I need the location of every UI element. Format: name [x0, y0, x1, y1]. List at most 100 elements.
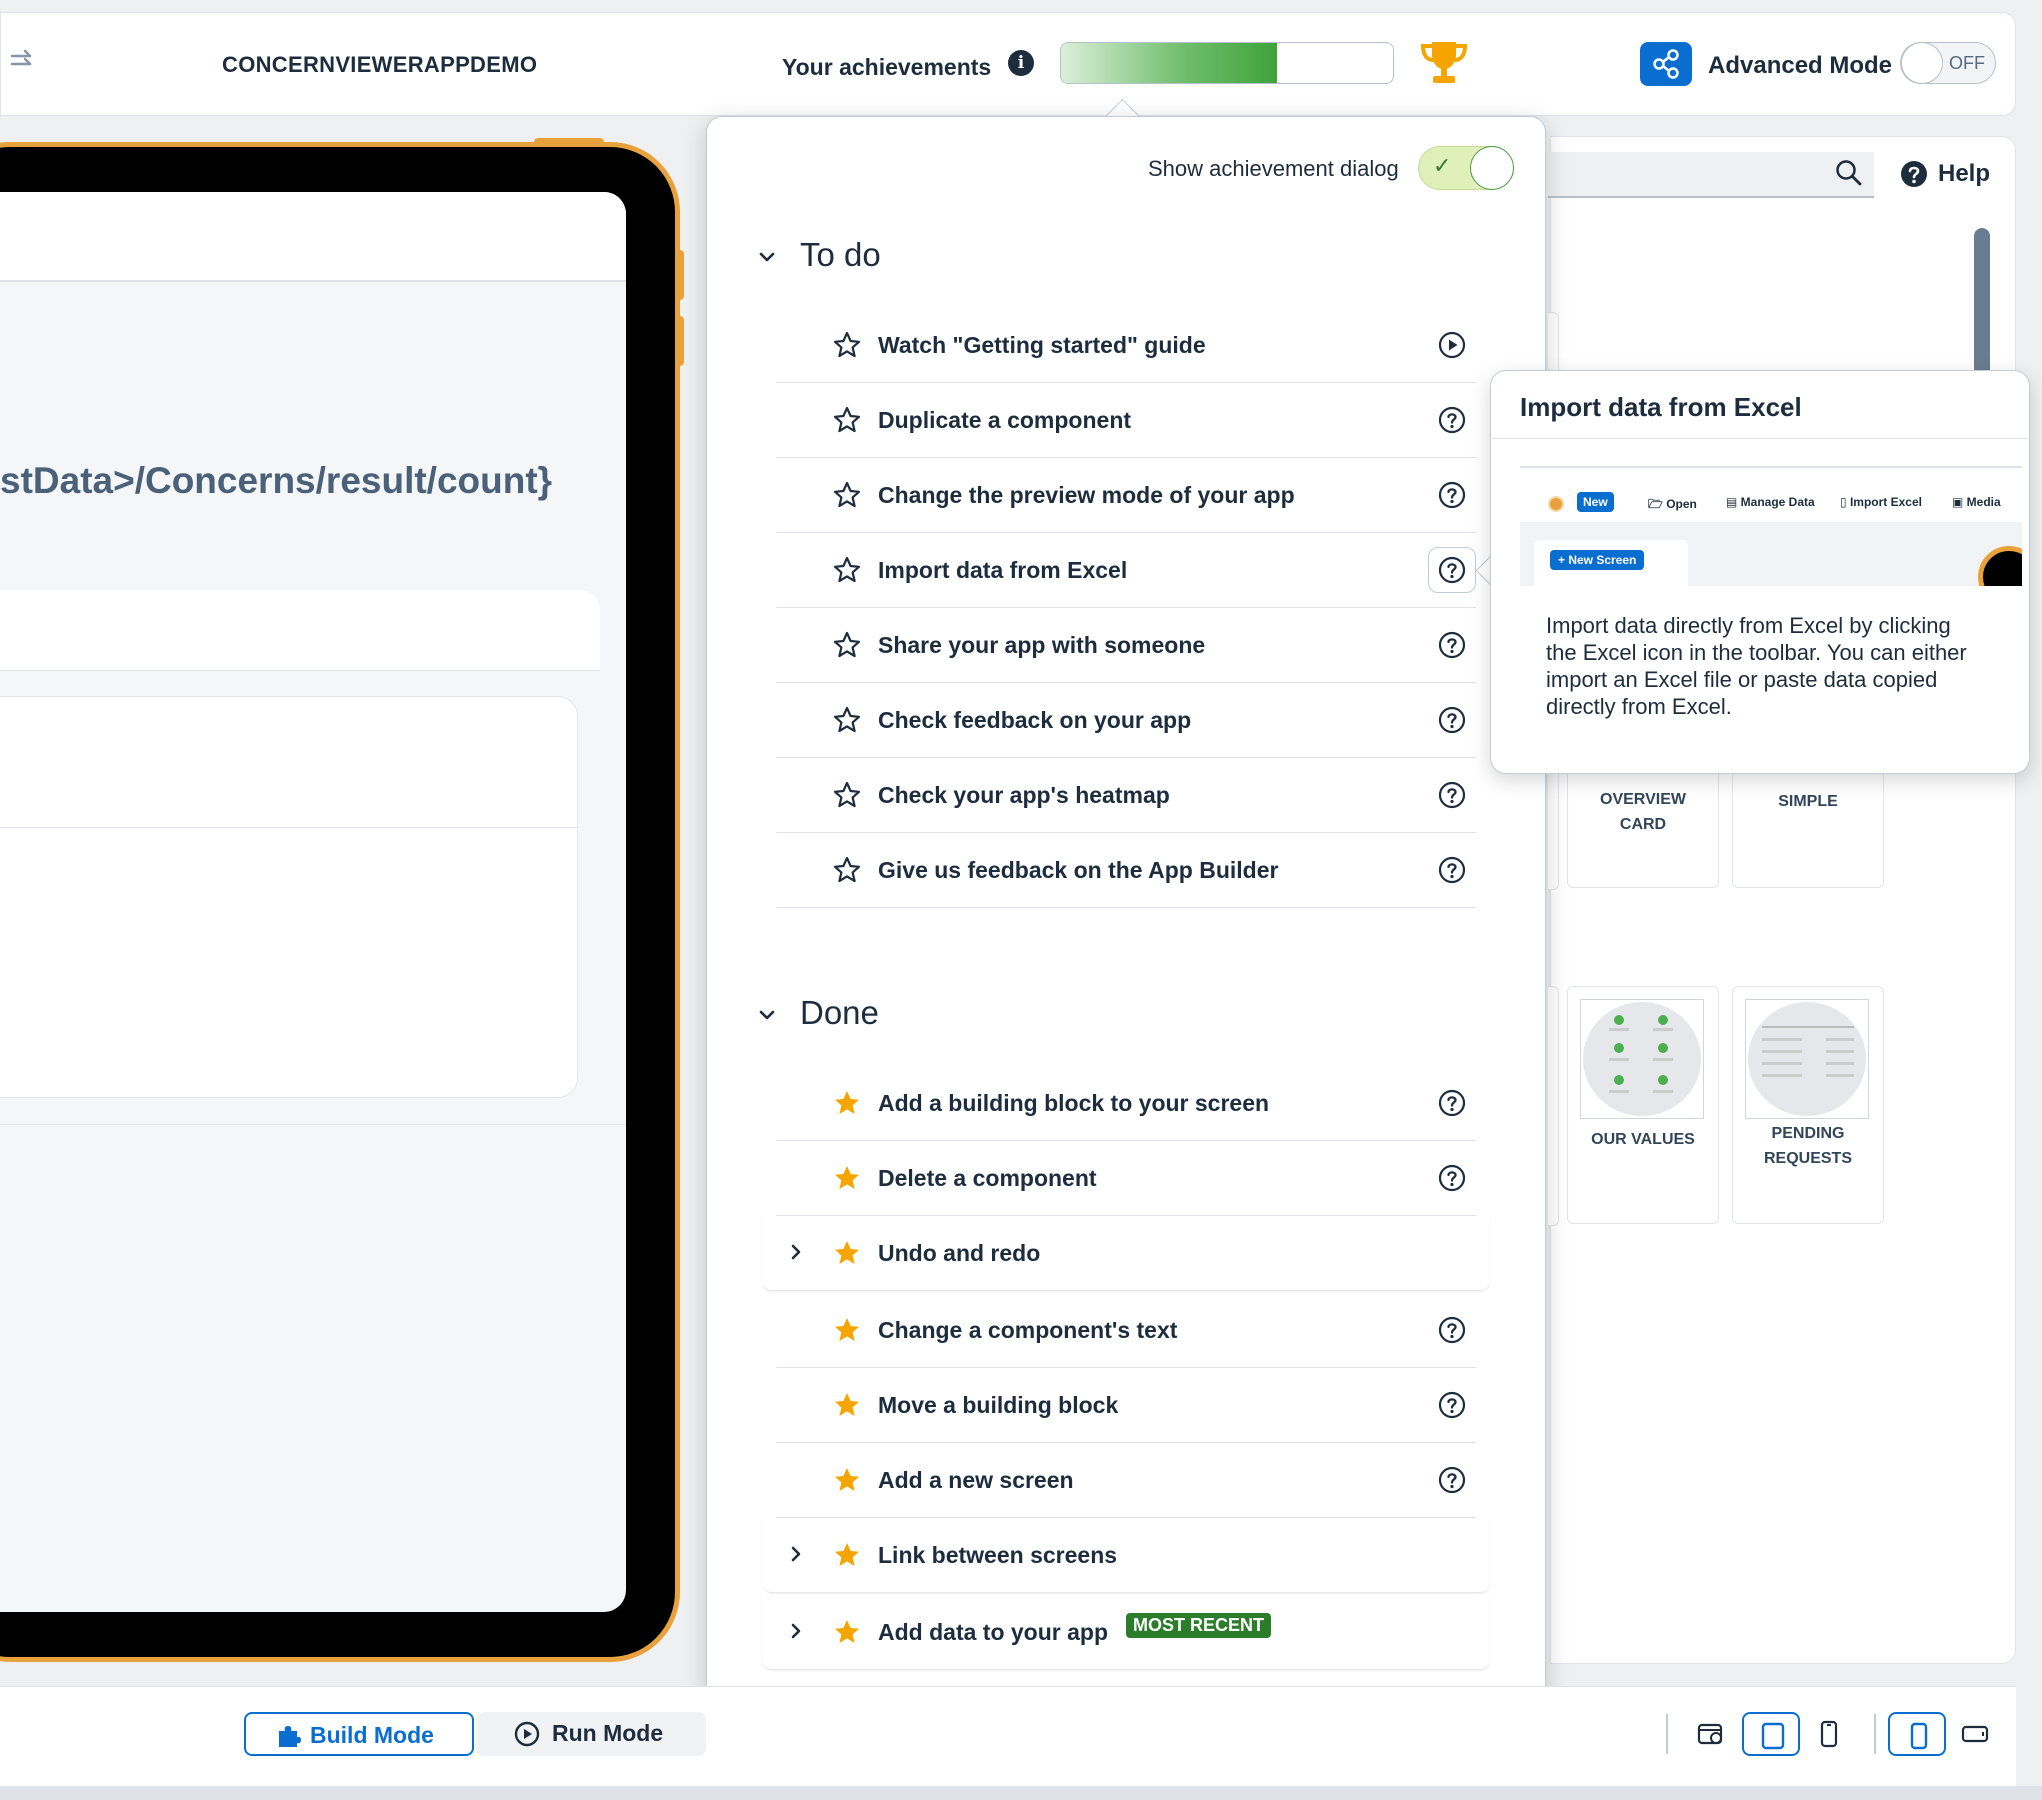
star-filled-icon: [835, 1091, 859, 1114]
todo-item[interactable]: Give us feedback on the App Builder: [776, 833, 1476, 908]
run-mode-label: Run Mode: [552, 1720, 664, 1746]
question-icon[interactable]: [1438, 1391, 1466, 1419]
portrait-icon[interactable]: [1888, 1712, 1946, 1756]
puzzle-icon: [279, 1726, 301, 1747]
tile-pending-requests[interactable]: PENDING REQUESTS: [1732, 986, 1884, 1224]
chevron-right-icon[interactable]: [786, 1242, 806, 1262]
progress-fill: [1061, 43, 1277, 83]
play-icon[interactable]: [1438, 331, 1466, 359]
achievement-progress-bar[interactable]: 65%: [1060, 42, 1394, 84]
done-item[interactable]: Undo and redo: [762, 1216, 1490, 1291]
help-label[interactable]: Help: [1938, 160, 1990, 188]
search-icon[interactable]: [1834, 158, 1864, 188]
todo-item[interactable]: Import data from Excel: [776, 533, 1476, 608]
done-item[interactable]: Move a building block: [776, 1368, 1476, 1443]
done-section-title[interactable]: Done: [800, 994, 879, 1032]
done-item[interactable]: Add a building block to your screen: [776, 1066, 1476, 1141]
info-icon[interactable]: i: [1008, 50, 1034, 76]
tile-thumbnail: [1580, 999, 1704, 1119]
done-item[interactable]: Add a new screen: [776, 1443, 1476, 1518]
achievement-label: Watch "Getting started" guide: [878, 332, 1206, 358]
todo-item[interactable]: Share your app with someone: [776, 608, 1476, 683]
help-icon[interactable]: [1900, 160, 1928, 188]
question-icon[interactable]: [1438, 1466, 1466, 1494]
chevron-down-icon[interactable]: [758, 248, 776, 266]
question-icon[interactable]: [1438, 856, 1466, 884]
question-icon[interactable]: [1438, 631, 1466, 659]
toolbar-open: 🗁 Open: [1648, 497, 1697, 511]
screen-divider: [0, 1124, 626, 1125]
tile-thumbnail: [1745, 999, 1869, 1119]
star-filled-icon: [835, 1166, 859, 1189]
star-outline-icon: [833, 856, 861, 883]
done-item[interactable]: Link between screens: [762, 1518, 1490, 1593]
star-outline-icon: [833, 481, 861, 508]
screen-card[interactable]: [0, 696, 578, 1098]
landscape-icon[interactable]: [1946, 1712, 2004, 1756]
search-input[interactable]: [1548, 152, 1874, 198]
star-outline-icon: [833, 631, 861, 658]
star-filled-icon: [835, 1468, 859, 1491]
todo-item[interactable]: Watch "Getting started" guide: [776, 308, 1476, 383]
star-filled-icon: [835, 1393, 859, 1416]
tooltip-divider: [1492, 438, 2028, 439]
achievements-label: Your achievements: [782, 54, 992, 80]
bottom-strip: [0, 1786, 2042, 1800]
show-dialog-label: Show achievement dialog: [1148, 156, 1399, 181]
question-icon[interactable]: [1438, 481, 1466, 509]
tablet-icon[interactable]: [1742, 1712, 1800, 1756]
share-icon[interactable]: [1640, 42, 1692, 86]
todo-item[interactable]: Change the preview mode of your app: [776, 458, 1476, 533]
panel-scrollbar[interactable]: [1974, 228, 1990, 378]
star-outline-icon: [833, 706, 861, 733]
divider: [1874, 1714, 1876, 1754]
toolbar-manage-data: ▤ Manage Data: [1726, 495, 1815, 509]
advanced-mode-toggle[interactable]: OFF: [1900, 42, 1996, 84]
tile-label: SIMPLE: [1778, 793, 1838, 810]
building-blocks-panel: [1550, 136, 2016, 1664]
run-mode-button[interactable]: Run Mode: [476, 1712, 706, 1756]
toolbar-preview: New 🗁 Open ▤ Manage Data ▯ Import Excel …: [1520, 468, 2022, 522]
star-outline-icon: [833, 331, 861, 358]
star-outline-icon: [833, 781, 861, 808]
done-item[interactable]: Add data to your app MOST RECENT: [762, 1595, 1490, 1670]
todo-section-title[interactable]: To do: [800, 236, 881, 274]
build-mode-button[interactable]: Build Mode: [244, 1712, 474, 1756]
question-icon[interactable]: [1428, 547, 1476, 593]
tile-our-values[interactable]: OUR VALUES: [1567, 986, 1719, 1224]
question-icon[interactable]: [1438, 1316, 1466, 1344]
question-icon[interactable]: [1438, 1089, 1466, 1117]
screen-card[interactable]: [0, 590, 600, 671]
toolbar-new-screen: + New Screen: [1550, 550, 1645, 570]
chevron-down-icon[interactable]: [758, 1006, 776, 1024]
question-icon[interactable]: [1438, 706, 1466, 734]
trophy-icon[interactable]: [1418, 38, 1470, 86]
redo-icon[interactable]: [8, 44, 38, 74]
achievement-label: Add data to your app: [878, 1619, 1108, 1645]
toggle-knob: [1901, 42, 1943, 84]
device-screen[interactable]: stData>/Concerns/result/count}: [0, 192, 626, 1612]
device-corner: [1978, 546, 2022, 586]
star-filled-icon: [835, 1543, 859, 1566]
toolbar-new: New: [1577, 492, 1614, 512]
done-item[interactable]: Delete a component: [776, 1141, 1476, 1216]
binding-text[interactable]: stData>/Concerns/result/count}: [0, 460, 552, 502]
question-icon[interactable]: [1438, 1164, 1466, 1192]
star-outline-icon: [833, 406, 861, 433]
todo-item[interactable]: Check your app's heatmap: [776, 758, 1476, 833]
achievement-label: Check your app's heatmap: [878, 782, 1170, 808]
phone-icon[interactable]: [1800, 1712, 1858, 1756]
todo-item[interactable]: Duplicate a component: [776, 383, 1476, 458]
chevron-right-icon[interactable]: [786, 1544, 806, 1564]
question-icon[interactable]: [1438, 406, 1466, 434]
achievement-label: Link between screens: [878, 1542, 1118, 1568]
todo-item[interactable]: Check feedback on your app: [776, 683, 1476, 758]
show-dialog-toggle[interactable]: ✓: [1418, 146, 1514, 190]
question-icon[interactable]: [1438, 781, 1466, 809]
browser-icon[interactable]: [1682, 1712, 1740, 1756]
tile-label: PENDING REQUESTS: [1763, 1125, 1852, 1167]
tooltip-body: Import data directly from Excel by click…: [1546, 613, 1967, 719]
done-item[interactable]: Change a component's text: [776, 1293, 1476, 1368]
chevron-right-icon[interactable]: [786, 1621, 806, 1641]
check-icon: ✓: [1433, 153, 1452, 178]
